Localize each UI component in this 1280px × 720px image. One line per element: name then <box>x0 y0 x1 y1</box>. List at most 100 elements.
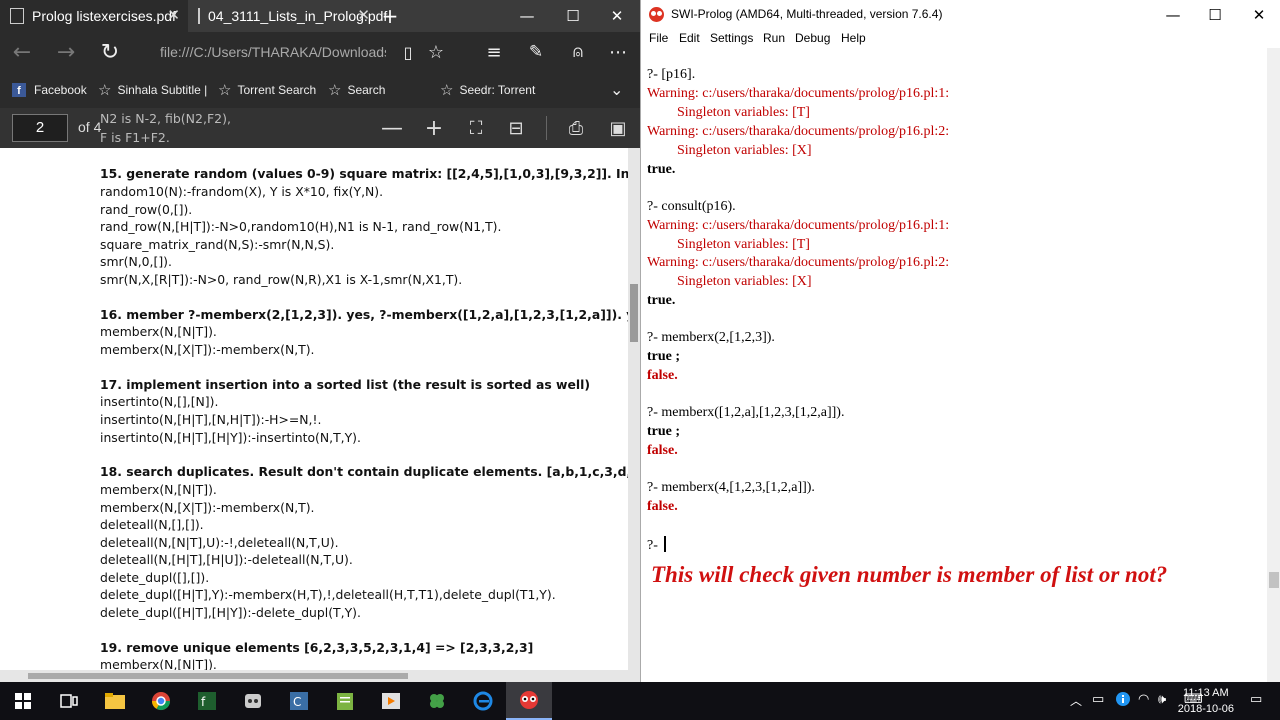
pdf-line: memberx(N,[X|T]):-memberx(N,T). <box>100 342 315 357</box>
favorite-sinhala-subtitle[interactable]: ☆ Sinhala Subtitle | <box>98 80 207 100</box>
volume-icon[interactable]: 🕪 <box>1158 692 1166 707</box>
close-tab-icon[interactable]: ✕ <box>167 6 180 24</box>
tab-title: Prolog listexercises.pdf <box>32 8 176 24</box>
forward-arrow-icon[interactable]: → <box>44 32 88 72</box>
zoom-in-icon[interactable]: + <box>418 112 450 144</box>
app-icon[interactable]: C <box>276 682 322 720</box>
fit-page-icon[interactable]: ⛶ <box>460 112 492 144</box>
console-result: true ; <box>647 349 681 364</box>
info-icon[interactable] <box>1116 692 1130 710</box>
chevron-down-icon[interactable]: ⌄ <box>610 80 623 100</box>
scroll-thumb[interactable] <box>28 673 408 679</box>
page-number-input[interactable]: 2 <box>12 114 68 142</box>
pdf-line: square_matrix_rand(N,S):-smr(N,N,S). <box>100 237 335 252</box>
console-warning: Singleton variables: [X] <box>677 274 812 289</box>
notepad-icon[interactable] <box>322 682 368 720</box>
console-result: false. <box>647 499 678 514</box>
close-window-icon[interactable]: ✕ <box>1237 0 1280 30</box>
vertical-scrollbar[interactable] <box>1267 48 1280 682</box>
pdf-line: smr(N,0,[]). <box>100 254 172 269</box>
back-arrow-icon[interactable]: ← <box>0 32 44 72</box>
pdf-line: delete_dupl([],[]). <box>100 570 210 585</box>
browser-nav-bar: ← → ↻ file:///C:/Users/THARAKA/Downloads… <box>0 32 640 72</box>
task-view-icon[interactable] <box>46 682 92 720</box>
favorite-search[interactable]: ☆ Search <box>328 80 385 100</box>
clock-date: 2018-10-06 <box>1177 703 1234 715</box>
web-note-icon[interactable]: ✎ <box>514 32 558 72</box>
new-tab-icon[interactable]: + <box>368 0 412 32</box>
console-result: true. <box>647 293 676 308</box>
more-icon[interactable]: ⋯ <box>596 32 640 72</box>
edge-window: Prolog listexercises.pdf ✕ 04_3111_Lists… <box>0 0 640 682</box>
media-player-icon[interactable] <box>368 682 414 720</box>
edge-browser-icon[interactable] <box>460 682 506 720</box>
browser-tab-active[interactable]: Prolog listexercises.pdf ✕ <box>0 0 188 32</box>
pdf-line: random10(N):-frandom(X), Y is X*10, fix(… <box>100 184 384 199</box>
clock-time: 11:13 AM <box>1183 687 1229 699</box>
maximize-icon[interactable]: ☐ <box>1193 0 1237 30</box>
menu-debug[interactable]: Debug <box>795 31 830 45</box>
window-title: SWI-Prolog (AMD64, Multi-threaded, versi… <box>671 7 943 21</box>
scroll-thumb[interactable] <box>1269 572 1279 588</box>
console-warning: Warning: c:/users/tharaka/documents/prol… <box>647 255 950 270</box>
favorite-facebook[interactable]: f Facebook <box>12 80 87 100</box>
app-icon[interactable] <box>230 682 276 720</box>
print-icon[interactable]: ⎙ <box>560 112 592 144</box>
calculator-app-icon[interactable]: f <box>184 682 230 720</box>
pdf-line: smr(N,X,[R|T]):-N>0, rand_row(N,R),X1 is… <box>100 272 463 287</box>
close-window-icon[interactable]: ✕ <box>594 0 640 32</box>
pdf-line: memberx(N,[N|T]). <box>100 482 217 497</box>
clover-app-icon[interactable] <box>414 682 460 720</box>
minimize-icon[interactable]: — <box>1151 0 1195 30</box>
favorite-torrent-search[interactable]: ☆ Torrent Search <box>218 80 316 100</box>
taskbar: f C ︿ ▭ ◠ 🕪 ⌨ 11:13 AM 2018-10-06 ▭ <box>0 682 1280 720</box>
pdf-file-icon <box>10 8 24 24</box>
browser-tab[interactable]: 04_3111_Lists_in_Prolog.pdf ✕ <box>188 0 387 32</box>
zoom-out-icon[interactable]: — <box>376 112 408 144</box>
chevron-up-icon[interactable]: ︿ <box>1070 692 1082 709</box>
horizontal-scrollbar[interactable] <box>0 670 640 682</box>
maximize-icon[interactable]: ☐ <box>550 0 596 32</box>
console-warning: Warning: c:/users/tharaka/documents/prol… <box>647 218 950 233</box>
chrome-icon[interactable] <box>138 682 184 720</box>
pdf-line: deleteall(N,[N|T],U):-!,deleteall(N,T,U)… <box>100 535 339 550</box>
hub-icon[interactable]: ≡ <box>472 32 516 72</box>
share-icon[interactable]: ⍝ <box>556 32 600 72</box>
refresh-icon[interactable]: ↻ <box>88 32 132 72</box>
console-result: true ; <box>647 424 681 439</box>
swi-prolog-taskbar-icon[interactable] <box>506 682 552 720</box>
page-layout-icon[interactable]: ⊟ <box>500 112 532 144</box>
menu-file[interactable]: File <box>649 31 668 45</box>
pdf-file-icon <box>198 8 200 24</box>
favorite-seedr[interactable]: ☆ Seedr: Torrent <box>440 80 535 100</box>
minimize-icon[interactable]: — <box>504 0 550 32</box>
pdf-heading: 15. generate random (values 0-9) square … <box>100 166 628 181</box>
file-explorer-icon[interactable] <box>92 682 138 720</box>
page-count: of 4 <box>78 119 102 135</box>
star-icon: ☆ <box>440 82 454 99</box>
console-input-line[interactable]: ?- <box>647 536 666 554</box>
console-result: false. <box>647 443 678 458</box>
pdf-heading: 17. implement insertion into a sorted li… <box>100 377 591 392</box>
system-clock[interactable]: 11:13 AM 2018-10-06 <box>1178 685 1234 717</box>
pdf-line: insertinto(N,[H|T],[N,H|T]):-H>=N,!. <box>100 412 322 427</box>
address-bar[interactable]: file:///C:/Users/THARAKA/Downloads/Dc <box>160 40 386 64</box>
menu-help[interactable]: Help <box>841 31 866 45</box>
star-icon: ☆ <box>218 82 232 99</box>
wifi-icon[interactable]: ◠ <box>1138 692 1149 707</box>
scroll-thumb[interactable] <box>630 284 638 342</box>
battery-icon[interactable]: ▭ <box>1092 692 1104 707</box>
vertical-scrollbar[interactable] <box>628 148 640 670</box>
windows-start-icon[interactable] <box>0 682 46 720</box>
notification-icon[interactable]: ▭ <box>1250 692 1262 707</box>
prolog-console[interactable]: ?- [p16]. Warning: c:/users/tharaka/docu… <box>641 48 1267 682</box>
console-line: ?- memberx(2,[1,2,3]). <box>647 330 775 345</box>
save-icon[interactable]: ▣ <box>602 112 634 144</box>
menu-settings[interactable]: Settings <box>710 31 753 45</box>
menu-run[interactable]: Run <box>763 31 785 45</box>
pdf-heading: 16. member ?-memberx(2,[1,2,3]). yes, ?-… <box>100 307 628 322</box>
favorite-star-icon[interactable]: ☆ <box>414 32 458 72</box>
menu-edit[interactable]: Edit <box>679 31 700 45</box>
pdf-toolbar: N2 is N-2, fib(N2,F2), F is F1+F2. 2 of … <box>0 108 640 148</box>
console-warning: Singleton variables: [T] <box>677 105 810 120</box>
